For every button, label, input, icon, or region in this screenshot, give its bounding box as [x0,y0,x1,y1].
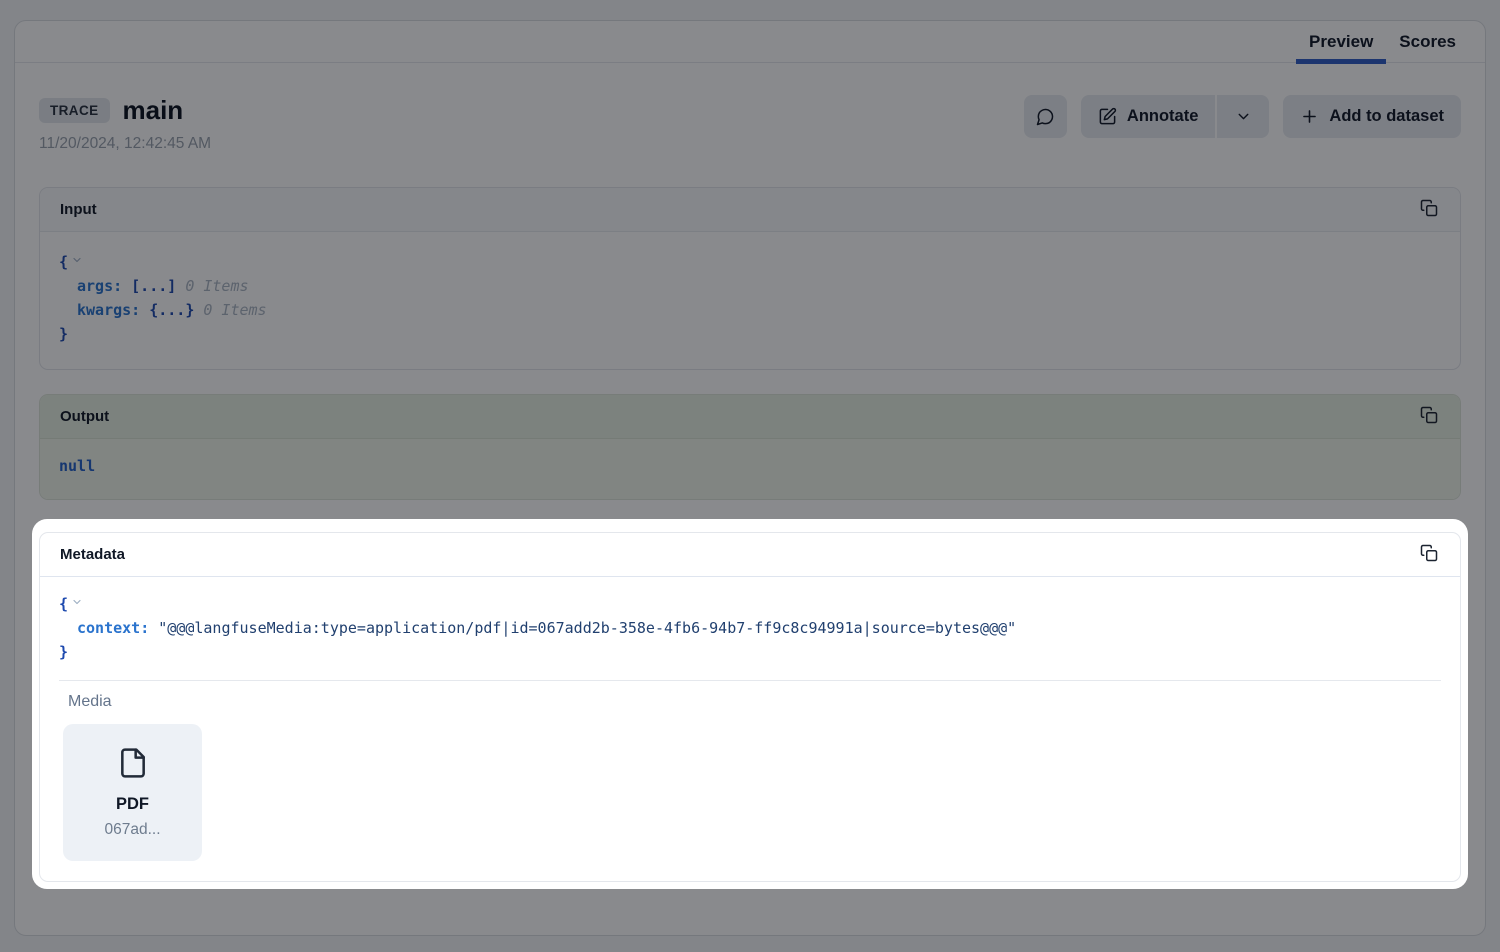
media-pdf-card[interactable]: PDF 067ad... [63,724,202,861]
output-copy-button[interactable] [1418,404,1440,429]
metadata-panel-title: Metadata [60,546,125,563]
comment-icon [1035,107,1055,127]
tab-bar: Preview Scores [15,21,1485,63]
active-tab-underline [1296,59,1386,64]
metadata-spotlight: Metadata { context:"@@@langfuseMedi [32,519,1468,889]
metadata-copy-button[interactable] [1418,542,1440,567]
output-panel-title: Output [60,408,109,425]
annotate-button[interactable]: Annotate [1081,95,1216,138]
trace-content: TRACE main 11/20/2024, 12:42:45 AM [15,63,1485,889]
input-json-viewer: { args:[...]0 Items kwargs:{...}0 Items … [40,232,1460,369]
json-open-line: { [59,591,1441,616]
trace-header-left: TRACE main 11/20/2024, 12:42:45 AM [39,95,211,153]
annotate-dropdown-button[interactable] [1217,95,1269,138]
chevron-down-icon [1235,108,1252,125]
media-section: Media PDF 067ad... [59,680,1441,861]
json-close-line: } [59,640,1441,664]
metadata-panel: Metadata { context:"@@@langfuseMedi [39,532,1461,882]
media-file-name: 067ad... [104,821,160,839]
plus-icon [1300,107,1319,126]
tab-preview-label: Preview [1309,32,1373,52]
copy-icon [1420,406,1438,427]
trace-header: TRACE main 11/20/2024, 12:42:45 AM [39,95,1461,153]
trace-detail-card: Preview Scores TRACE main 11/20/2024, 12… [14,20,1486,936]
metadata-panel-body: { context:"@@@langfuseMedia:type=applica… [40,577,1460,881]
json-entry-args: args:[...]0 Items [59,274,1441,298]
copy-icon [1420,199,1438,220]
output-panel-header: Output [40,395,1460,439]
json-open-line: { [59,249,1441,274]
media-section-label: Media [68,693,1441,711]
annotate-split-button: Annotate [1081,95,1270,138]
trace-timestamp: 11/20/2024, 12:42:45 AM [39,135,211,153]
tab-scores[interactable]: Scores [1386,21,1469,62]
add-to-dataset-button[interactable]: Add to dataset [1283,95,1461,138]
trace-badge: TRACE [39,98,110,123]
json-close-line: } [59,322,1441,346]
add-to-dataset-label: Add to dataset [1329,107,1444,126]
trace-title-line: TRACE main [39,95,211,126]
tab-preview[interactable]: Preview [1296,21,1386,62]
annotate-button-label: Annotate [1127,107,1199,126]
file-document-icon [117,747,149,784]
comment-button[interactable] [1024,95,1067,138]
collapse-chevron-icon[interactable] [71,252,83,270]
edit-pencil-icon [1098,107,1117,126]
media-file-type: PDF [116,795,149,814]
input-panel: Input { args:[...]0 Items kwargs:{...}0 … [39,187,1461,370]
metadata-json-viewer: { context:"@@@langfuseMedia:type=applica… [59,591,1441,664]
trace-actions: Annotate [1024,95,1461,138]
output-panel: Output null [39,394,1461,500]
input-panel-title: Input [60,201,97,218]
collapse-chevron-icon[interactable] [71,594,83,612]
input-panel-header: Input [40,188,1460,232]
json-entry-kwargs: kwargs:{...}0 Items [59,298,1441,322]
metadata-panel-header: Metadata [40,533,1460,577]
json-entry-context: context:"@@@langfuseMedia:type=applicati… [59,616,1441,640]
copy-icon [1420,544,1438,565]
page-title: main [123,95,184,126]
input-copy-button[interactable] [1418,197,1440,222]
output-null-value: null [59,454,1441,478]
output-json-viewer: null [40,439,1460,499]
tab-scores-label: Scores [1399,32,1456,52]
